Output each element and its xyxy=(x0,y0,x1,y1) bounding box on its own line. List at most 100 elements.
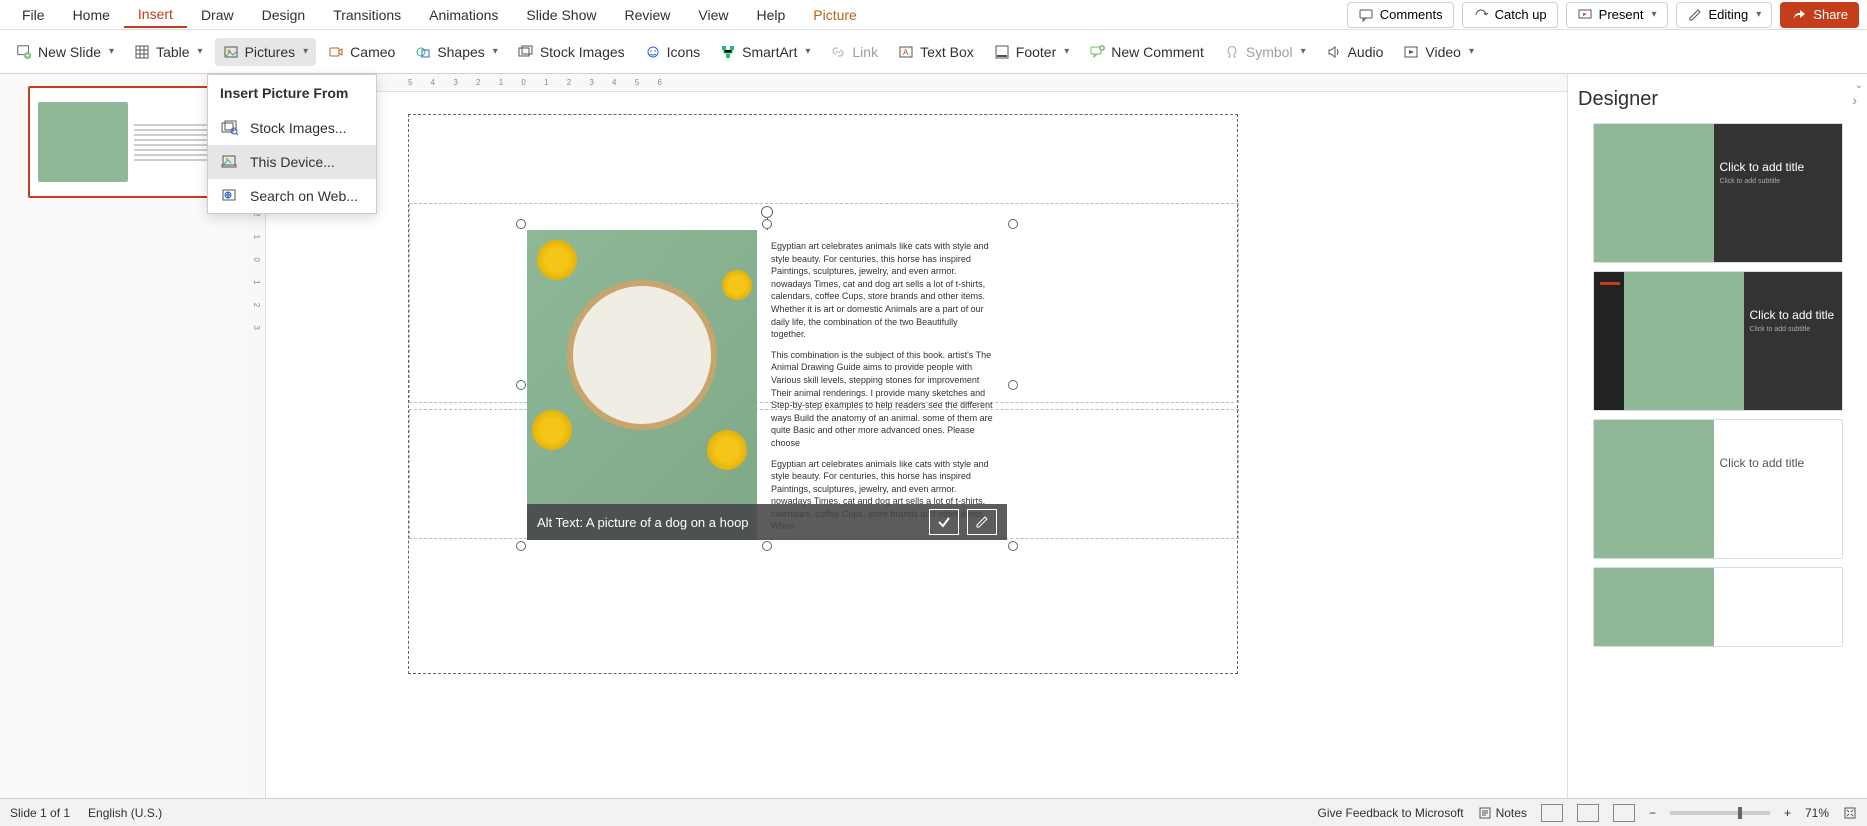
text-box-label: Text Box xyxy=(920,44,974,60)
footer-button[interactable]: Footer ▾ xyxy=(986,38,1078,66)
slide[interactable]: Egyptian art celebrates animals like cat… xyxy=(408,114,1238,674)
tab-transitions[interactable]: Transitions xyxy=(319,3,415,27)
design-suggestion-1[interactable]: Click to add titleClick to add subtitle xyxy=(1593,123,1843,263)
chevron-down-icon: ▾ xyxy=(1064,46,1069,57)
comments-label: Comments xyxy=(1380,7,1443,22)
chevron-down-icon: ▾ xyxy=(1651,9,1656,20)
editing-label: Editing xyxy=(1709,7,1749,22)
thumbnail-image xyxy=(38,102,128,182)
new-slide-label: New Slide xyxy=(38,44,101,60)
pictures-dropdown-menu: Insert Picture From Stock Images... This… xyxy=(207,74,377,214)
stock-images-label: Stock Images xyxy=(540,44,625,60)
chevron-down-icon: ▾ xyxy=(493,46,498,57)
dropdown-this-device[interactable]: This Device... xyxy=(208,145,376,179)
chevron-right-icon[interactable]: › xyxy=(1852,92,1857,108)
share-label: Share xyxy=(1813,7,1848,22)
reading-view-button[interactable] xyxy=(1613,804,1635,822)
resize-handle-bl[interactable] xyxy=(516,541,526,551)
slide-counter[interactable]: Slide 1 of 1 xyxy=(10,806,70,820)
zoom-out-button[interactable]: − xyxy=(1649,806,1656,820)
new-slide-button[interactable]: New Slide ▾ xyxy=(8,38,122,66)
table-icon xyxy=(134,44,150,60)
present-icon xyxy=(1577,7,1593,23)
design-suggestion-4[interactable] xyxy=(1593,567,1843,647)
web-icon xyxy=(220,187,240,205)
sync-icon xyxy=(1473,7,1489,23)
slide-sorter-view-button[interactable] xyxy=(1577,804,1599,822)
icons-label: Icons xyxy=(667,44,700,60)
thumbnail-text-preview xyxy=(134,121,218,164)
resize-handle-br[interactable] xyxy=(1008,541,1018,551)
resize-handle-tr[interactable] xyxy=(1008,219,1018,229)
shapes-label: Shapes xyxy=(437,44,484,60)
feedback-link[interactable]: Give Feedback to Microsoft xyxy=(1318,806,1464,820)
tab-file[interactable]: File xyxy=(8,3,59,27)
tab-help[interactable]: Help xyxy=(742,3,799,27)
dropdown-stock-images-label: Stock Images... xyxy=(250,120,346,136)
share-button[interactable]: Share xyxy=(1780,2,1859,28)
tab-review[interactable]: Review xyxy=(610,3,684,27)
slide-thumbnail-1[interactable] xyxy=(28,86,228,198)
tab-animations[interactable]: Animations xyxy=(415,3,512,27)
tab-home[interactable]: Home xyxy=(59,3,124,27)
editing-button[interactable]: Editing ▾ xyxy=(1676,2,1773,28)
present-label: Present xyxy=(1599,7,1644,22)
link-label: Link xyxy=(852,44,878,60)
selected-picture-object[interactable]: Egyptian art celebrates animals like cat… xyxy=(527,230,1007,540)
shapes-button[interactable]: Shapes ▾ xyxy=(407,38,506,66)
tab-design[interactable]: Design xyxy=(248,3,320,27)
picture-icon xyxy=(223,44,239,60)
status-bar: Slide 1 of 1 English (U.S.) Give Feedbac… xyxy=(0,798,1867,826)
menu-tabs: File Home Insert Draw Design Transitions… xyxy=(0,0,1867,30)
tab-draw[interactable]: Draw xyxy=(187,3,248,27)
zoom-level[interactable]: 71% xyxy=(1805,806,1829,820)
text-box-button[interactable]: A Text Box xyxy=(890,38,982,66)
smartart-icon xyxy=(720,44,736,60)
resize-handle-tl[interactable] xyxy=(516,219,526,229)
video-label: Video xyxy=(1425,44,1461,60)
tab-slideshow[interactable]: Slide Show xyxy=(512,3,610,27)
resize-handle-b[interactable] xyxy=(762,541,772,551)
pictures-button[interactable]: Pictures ▾ xyxy=(215,38,317,66)
stock-images-button[interactable]: Stock Images xyxy=(510,38,633,66)
cameo-button[interactable]: Cameo xyxy=(320,38,403,66)
resize-handle-t[interactable] xyxy=(762,219,772,229)
rotation-handle[interactable] xyxy=(761,206,773,218)
language-indicator[interactable]: English (U.S.) xyxy=(88,806,162,820)
present-button[interactable]: Present ▾ xyxy=(1566,2,1668,28)
symbol-icon xyxy=(1224,44,1240,60)
tab-picture[interactable]: Picture xyxy=(799,3,871,27)
zoom-in-button[interactable]: + xyxy=(1784,806,1791,820)
slide-canvas-area[interactable]: 5 4 3 2 1 0 1 2 3 4 5 6 2 1 0 1 2 3 xyxy=(248,74,1567,798)
fit-to-window-button[interactable] xyxy=(1843,806,1857,820)
table-label: Table xyxy=(156,44,189,60)
cameo-label: Cameo xyxy=(350,44,395,60)
icons-button[interactable]: Icons xyxy=(637,38,708,66)
normal-view-button[interactable] xyxy=(1541,804,1563,822)
notes-button[interactable]: Notes xyxy=(1478,806,1527,820)
catchup-button[interactable]: Catch up xyxy=(1462,2,1558,28)
zoom-slider[interactable] xyxy=(1670,811,1770,815)
audio-button[interactable]: Audio xyxy=(1318,38,1392,66)
link-button[interactable]: Link xyxy=(822,38,886,66)
dropdown-header: Insert Picture From xyxy=(208,75,376,111)
video-button[interactable]: Video ▾ xyxy=(1395,38,1482,66)
text-box-icon: A xyxy=(898,44,914,60)
tab-view[interactable]: View xyxy=(684,3,742,27)
dropdown-search-web[interactable]: Search on Web... xyxy=(208,179,376,213)
design-suggestion-3[interactable]: Click to add title xyxy=(1593,419,1843,559)
comments-button[interactable]: Comments xyxy=(1347,2,1454,28)
dropdown-this-device-label: This Device... xyxy=(250,154,335,170)
resize-handle-l[interactable] xyxy=(516,380,526,390)
dropdown-search-web-label: Search on Web... xyxy=(250,188,358,204)
symbol-button[interactable]: Symbol ▾ xyxy=(1216,38,1314,66)
dropdown-stock-images[interactable]: Stock Images... xyxy=(208,111,376,145)
new-comment-button[interactable]: New Comment xyxy=(1081,38,1212,66)
tab-insert[interactable]: Insert xyxy=(124,2,187,28)
resize-handle-r[interactable] xyxy=(1008,380,1018,390)
table-button[interactable]: Table ▾ xyxy=(126,38,211,66)
stock-images-icon xyxy=(518,44,534,60)
design-suggestion-2[interactable]: Click to add titleClick to add subtitle xyxy=(1593,271,1843,411)
shapes-icon xyxy=(415,44,431,60)
smartart-button[interactable]: SmartArt ▾ xyxy=(712,38,818,66)
